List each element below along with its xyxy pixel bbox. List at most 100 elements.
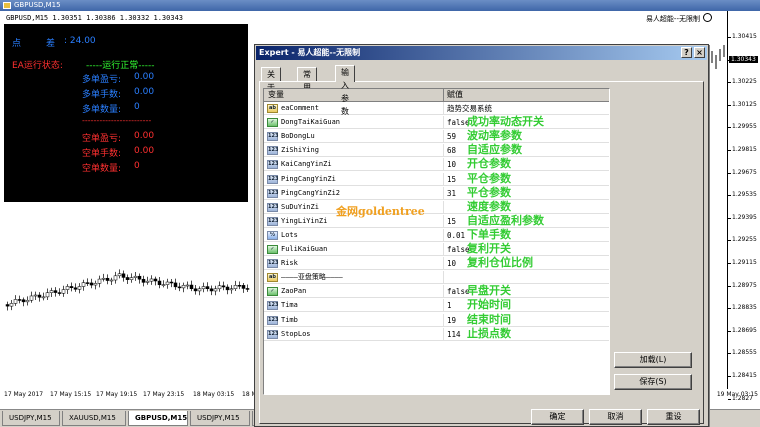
parameter-row[interactable]: 123 Risk 10 <box>264 257 609 271</box>
short-count-label: 空单数量: <box>82 164 122 174</box>
parameter-name: Lots <box>281 228 444 242</box>
ea-smile-icon[interactable] <box>703 13 712 22</box>
parameter-row[interactable]: ✓ FuliKaiGuan false <box>264 243 609 256</box>
tab-inputs[interactable]: 输入参数 <box>335 65 355 116</box>
column-header-variable[interactable]: 变量 <box>264 89 444 102</box>
chart-tab-usdjpy-m15[interactable]: USDJPY,M15 <box>190 411 250 426</box>
parameter-row[interactable]: 123 BoDongLu 59 <box>264 130 609 144</box>
tab-about[interactable]: 关于 <box>261 67 281 92</box>
ea-status-label: EA运行状态: <box>12 61 63 71</box>
time-tick-label: 19 May 03:15 <box>716 391 758 398</box>
parameter-row[interactable]: 123 YingLiYinZi 15 <box>264 214 609 228</box>
candle-body <box>69 286 74 288</box>
chart-tab-usdjpy-m15[interactable]: USDJPY,M15 <box>2 411 60 426</box>
parameter-value[interactable]: 31 <box>447 187 456 200</box>
parameter-value[interactable]: 59 <box>447 130 456 143</box>
parameter-value[interactable]: 10 <box>447 257 456 270</box>
time-tick-label: 17 May 19:15 <box>96 391 138 398</box>
candle-body <box>201 286 206 290</box>
string-type-icon: ab <box>267 273 278 283</box>
parameter-row[interactable]: 123 KaiCangYinZi 10 <box>264 158 609 172</box>
dialog-title: Expert - 易人超能--无限制 <box>259 48 361 57</box>
parameter-row[interactable]: ab eaComment 趋势交易系统 <box>264 102 609 115</box>
parameter-list-header: 变量 赋值 <box>264 89 609 102</box>
parameter-row[interactable]: 123 ZiShiYing 68 <box>264 144 609 158</box>
price-tick-label: 1.28415 <box>728 372 757 379</box>
price-tick-label: 1.28555 <box>728 349 757 357</box>
parameter-value[interactable]: 1 <box>447 299 452 312</box>
parameter-value[interactable]: 15 <box>447 215 456 228</box>
close-button[interactable]: × <box>694 47 705 58</box>
price-tick-label: 1.28835 <box>728 304 757 312</box>
parameter-value[interactable]: 19 <box>447 314 456 327</box>
tab-common[interactable]: 常用 <box>297 67 317 92</box>
candle-body <box>25 299 30 303</box>
int-type-icon: 123 <box>267 301 279 311</box>
spread-label: 差 <box>46 39 56 49</box>
parameter-row[interactable]: 123 StopLos 114 <box>264 327 609 341</box>
int-type-icon: 123 <box>267 202 279 212</box>
parameter-row[interactable]: 123 PingCangYinZi 15 <box>264 172 609 186</box>
parameter-name: eaComment <box>281 102 444 115</box>
candle-body <box>197 288 202 292</box>
parameter-row[interactable]: ½ Lots 0.01 <box>264 228 609 242</box>
points-label: 点 <box>12 39 22 49</box>
candle-body <box>189 284 194 289</box>
ok-button[interactable]: 确定 <box>531 409 584 425</box>
candle-body <box>169 281 174 284</box>
parameter-name: Risk <box>281 257 444 271</box>
chart-tab-xauusd-m15[interactable]: XAUUSD,M15 <box>62 411 126 426</box>
parameter-row[interactable]: 123 PingCangYinZi2 31 <box>264 186 609 200</box>
candle-body <box>125 277 130 280</box>
column-header-value[interactable]: 赋值 <box>444 89 609 102</box>
candle-body <box>173 282 178 288</box>
parameter-value[interactable]: 10 <box>447 158 456 171</box>
price-tick-label: 1.29955 <box>728 123 757 131</box>
save-button[interactable]: 保存(S) <box>614 374 692 390</box>
parameter-name: ZaoPan <box>281 285 444 299</box>
candle-body <box>213 288 218 292</box>
load-button[interactable]: 加载(L) <box>614 352 692 368</box>
chart-tab-gbpusd-m15[interactable]: GBPUSD,M15 <box>128 411 188 426</box>
parameter-name: DongTaiKaiGuan <box>281 116 444 130</box>
candle-body <box>165 281 170 285</box>
ea-name-label: 易人超能--无限制 <box>645 15 700 23</box>
candle-body <box>145 280 150 283</box>
parameter-row[interactable]: 123 Timb 19 <box>264 313 609 327</box>
price-tick-label: 1.29675 <box>728 168 757 176</box>
short-lots-label: 空单手数: <box>82 149 122 159</box>
parameter-value[interactable]: 114 <box>447 328 461 341</box>
candle-body <box>113 275 118 281</box>
reset-button[interactable]: 重设 <box>647 409 700 425</box>
candle-body <box>65 286 70 290</box>
parameter-row[interactable]: ✓ ZaoPan false <box>264 285 609 299</box>
parameter-row[interactable]: 123 Tima 1 <box>264 299 609 313</box>
int-type-icon: 123 <box>267 146 279 156</box>
price-tick-label: 1.29395 <box>728 213 757 221</box>
ea-status-value: -----运行正常----- <box>86 61 155 71</box>
parameter-row[interactable]: 123 SuDuYinZi <box>264 200 609 214</box>
candle-body <box>241 285 246 289</box>
parameter-name: KaiCangYinZi <box>281 158 444 172</box>
parameter-row[interactable]: ✓ DongTaiKaiGuan false <box>264 116 609 130</box>
price-tick-label: 1.28975 <box>728 281 757 289</box>
parameter-value[interactable]: 15 <box>447 173 456 186</box>
candle-body <box>13 299 18 304</box>
candle-body <box>93 283 98 286</box>
candle-body <box>29 295 34 301</box>
parameter-value[interactable]: 0.01 <box>447 229 465 242</box>
price-tick-label: 1.29115 <box>728 259 757 266</box>
long-count-value: 0 <box>134 102 140 112</box>
candle-body <box>41 296 46 299</box>
candle-body <box>225 286 230 291</box>
time-tick-label: 17 May 23:15 <box>143 391 185 398</box>
parameter-list[interactable]: 变量 赋值 ab eaComment 趋势交易系统 ✓ DongTaiKaiGuan fa… <box>263 88 610 395</box>
parameter-name: BoDongLu <box>281 130 444 144</box>
parameter-value[interactable]: 68 <box>447 144 456 157</box>
int-type-icon: 123 <box>267 160 279 170</box>
dialog-titlebar[interactable]: Expert - 易人超能--无限制 ? × <box>256 46 707 60</box>
cancel-button[interactable]: 取消 <box>589 409 642 425</box>
help-button[interactable]: ? <box>681 47 692 58</box>
parameter-row[interactable]: ab ————亚盘策略———— <box>264 271 609 285</box>
bool-type-icon: ✓ <box>267 287 278 297</box>
